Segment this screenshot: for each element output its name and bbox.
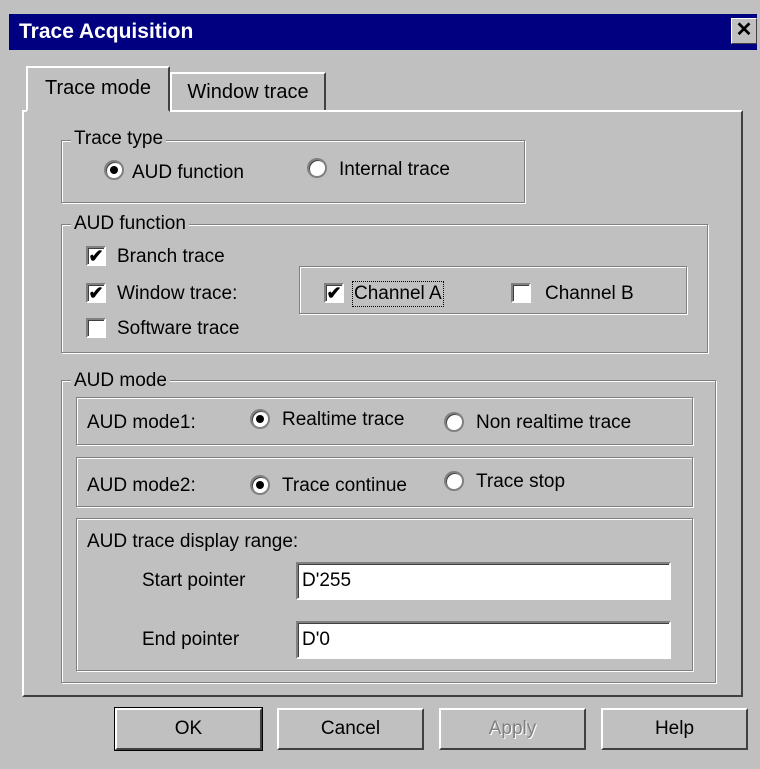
tab-window-trace[interactable]: Window trace — [170, 72, 326, 110]
channel-a-label[interactable]: Channel A — [352, 281, 444, 307]
branch-trace-label[interactable]: Branch trace — [117, 246, 225, 268]
aud-mode-legend: AUD mode — [71, 370, 170, 392]
tab-trace-mode[interactable]: Trace mode — [26, 66, 170, 112]
trace-continue-radio[interactable] — [250, 475, 270, 495]
cancel-button-label: Cancel — [320, 718, 381, 739]
display-range-label: AUD trace display range: — [87, 531, 299, 552]
internal-trace-radio-label[interactable]: Internal trace — [339, 159, 450, 181]
trace-type-legend: Trace type — [71, 128, 167, 150]
channel-b-label[interactable]: Channel B — [545, 283, 634, 305]
realtime-trace-label[interactable]: Realtime trace — [282, 409, 405, 431]
close-icon: ✕ — [735, 19, 753, 41]
window-trace-checkbox[interactable]: ✔ — [86, 283, 106, 303]
close-button[interactable]: ✕ — [731, 18, 757, 44]
trace-stop-radio[interactable] — [444, 471, 464, 491]
cancel-button[interactable]: Cancel — [277, 708, 424, 750]
help-button[interactable]: Help — [601, 708, 748, 750]
branch-trace-checkbox[interactable]: ✔ — [86, 246, 106, 266]
ok-button[interactable]: OK — [114, 707, 263, 751]
apply-button[interactable]: Apply — [439, 708, 586, 750]
window-title: Trace Acquisition — [19, 20, 194, 43]
software-trace-checkbox[interactable] — [86, 318, 106, 338]
check-icon: ✔ — [88, 246, 104, 266]
aud-function-radio[interactable] — [104, 160, 124, 180]
non-realtime-trace-label[interactable]: Non realtime trace — [476, 412, 631, 434]
end-pointer-value: D'0 — [302, 629, 330, 650]
trace-stop-label[interactable]: Trace stop — [476, 471, 565, 493]
aud-mode1-label: AUD mode1: — [87, 412, 196, 433]
apply-button-label: Apply — [488, 718, 537, 739]
help-button-label: Help — [654, 718, 695, 739]
check-icon: ✔ — [88, 283, 104, 303]
internal-trace-radio[interactable] — [307, 158, 327, 178]
realtime-trace-radio[interactable] — [250, 409, 270, 429]
start-pointer-value: D'255 — [302, 570, 352, 591]
start-pointer-input[interactable]: D'255 — [296, 562, 671, 600]
tab-trace-mode-label: Trace mode — [45, 77, 151, 99]
check-icon: ✔ — [326, 283, 342, 303]
aud-mode2-label: AUD mode2: — [87, 475, 196, 496]
aud-function-legend: AUD function — [71, 213, 189, 235]
end-pointer-input[interactable]: D'0 — [296, 621, 671, 659]
non-realtime-trace-radio[interactable] — [444, 412, 464, 432]
software-trace-label[interactable]: Software trace — [117, 318, 240, 340]
trace-acquisition-dialog: Trace Acquisition ✕ Trace mode Window tr… — [0, 0, 760, 769]
ok-button-label: OK — [174, 718, 203, 739]
aud-function-radio-label[interactable]: AUD function — [132, 162, 244, 184]
window-trace-label[interactable]: Window trace: — [117, 283, 237, 305]
channel-a-checkbox[interactable]: ✔ — [324, 283, 344, 303]
title-bar[interactable]: Trace Acquisition ✕ — [9, 14, 757, 50]
tab-window-trace-label: Window trace — [187, 81, 309, 103]
start-pointer-label: Start pointer — [142, 570, 246, 591]
trace-continue-label[interactable]: Trace continue — [282, 475, 407, 497]
end-pointer-label: End pointer — [142, 629, 240, 650]
tab-panel: Trace type AUD function Internal trace A… — [22, 110, 743, 697]
channel-b-checkbox[interactable] — [511, 283, 531, 303]
